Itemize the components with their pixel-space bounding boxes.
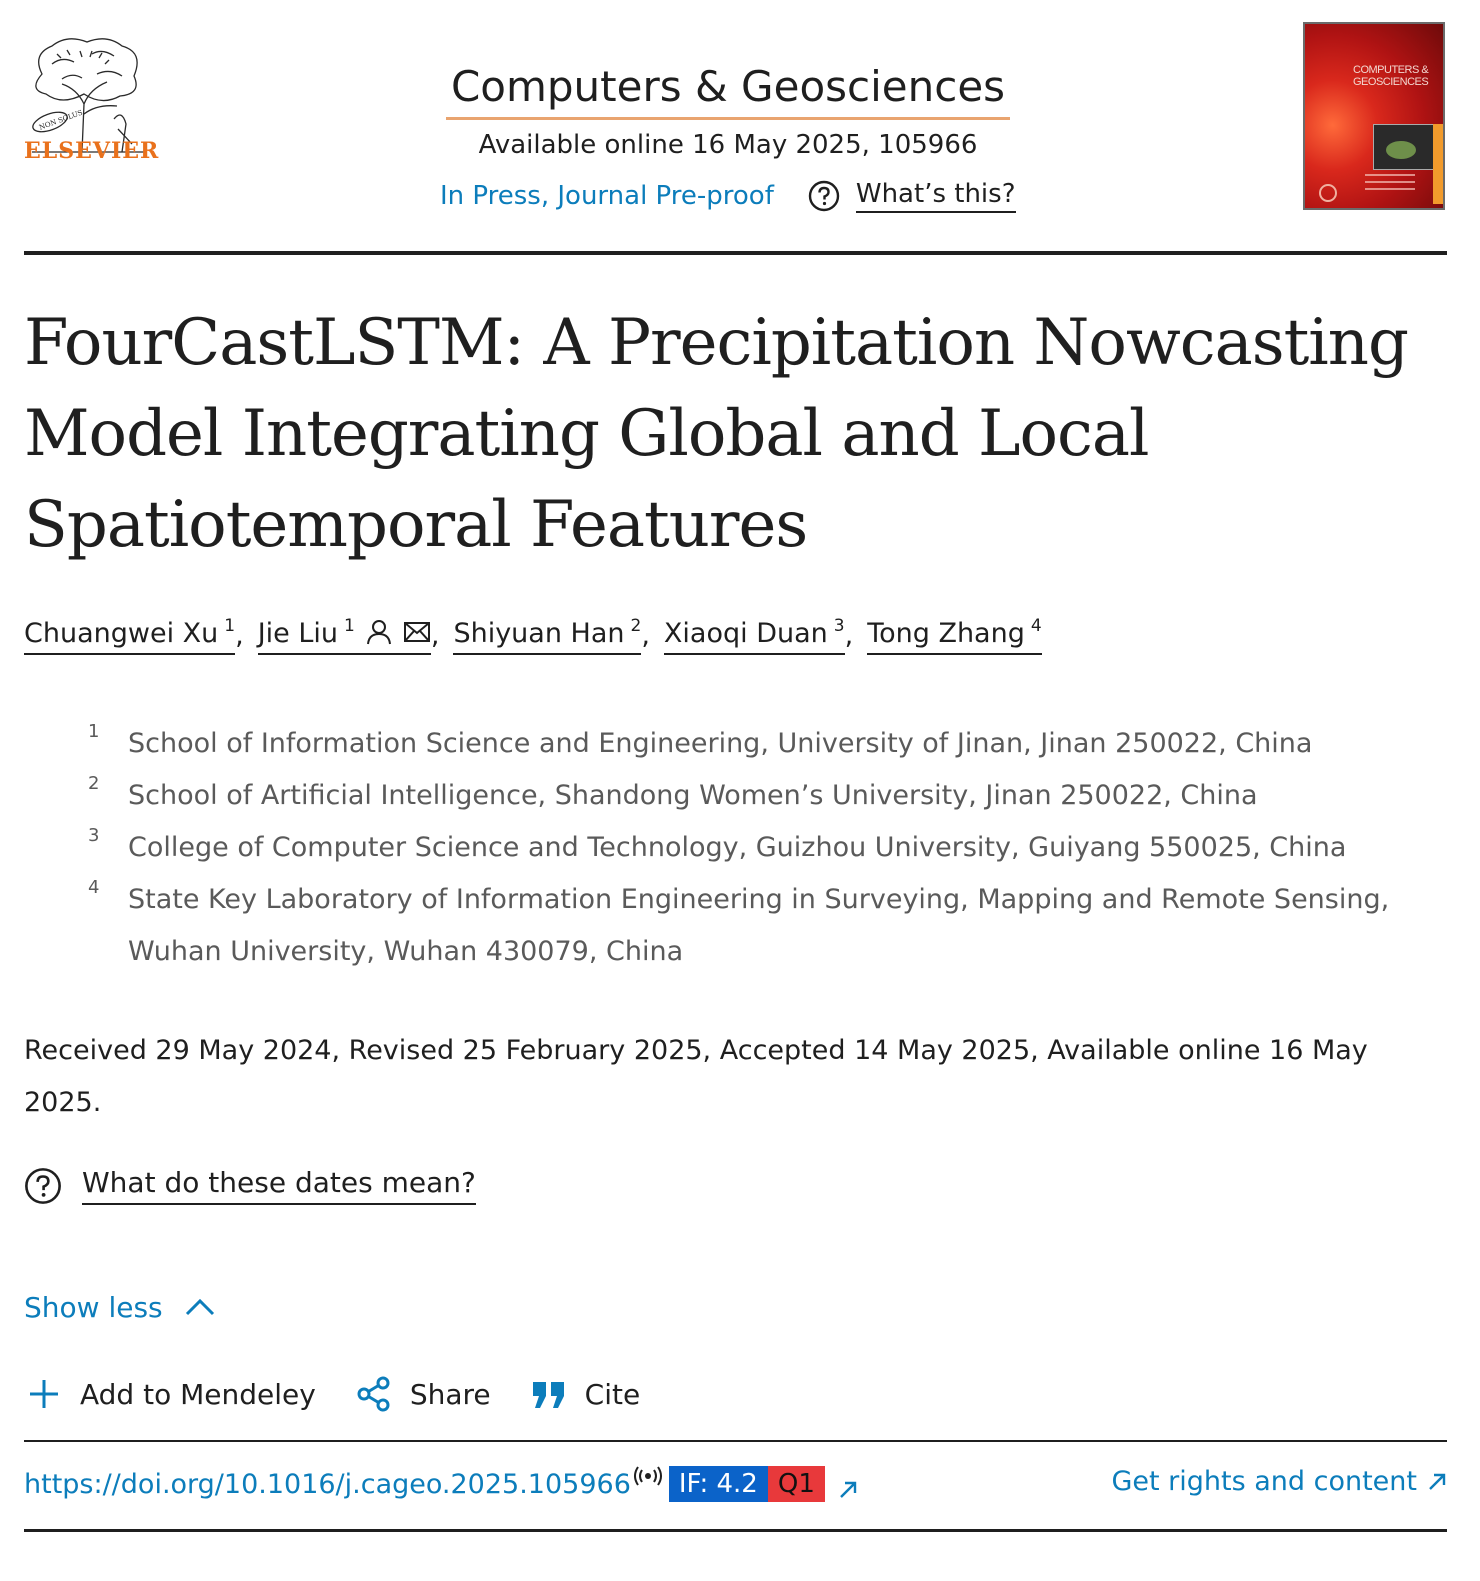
affiliation-number: 4 — [88, 877, 100, 898]
author-affiliation-ref: 3 — [833, 616, 845, 636]
author-link[interactable]: Jie Liu 1 — [257, 616, 431, 655]
share-button[interactable]: Share — [354, 1374, 491, 1414]
author-link[interactable]: Tong Zhang 4 — [867, 616, 1042, 655]
external-arrow-icon[interactable] — [837, 1479, 859, 1501]
cover-photo — [1373, 124, 1435, 170]
impact-factor-badge: IF: 4.2 — [668, 1466, 768, 1502]
quote-icon — [532, 1382, 564, 1408]
whats-this-link[interactable]: What’s this? — [855, 179, 1016, 213]
affiliation-text: School of Artificial Intelligence, Shand… — [128, 780, 1258, 811]
share-icon — [357, 1376, 390, 1412]
author-name: Xiaoqi Duan — [663, 618, 828, 649]
cite-button[interactable]: Cite — [529, 1374, 641, 1414]
in-press-link[interactable]: In Press, Journal Pre-proof — [440, 181, 774, 211]
person-icon — [366, 620, 391, 645]
affiliation-list: 1 School of Information Science and Engi… — [88, 718, 1448, 978]
author-name: Chuangwei Xu — [24, 618, 219, 649]
article-toolbar: Add to Mendeley Share Cite — [24, 1374, 678, 1414]
get-rights-link[interactable]: Get rights and content — [1111, 1466, 1447, 1497]
plus-icon — [30, 1380, 58, 1408]
available-online-info: Available online 16 May 2025, 105966 — [478, 130, 978, 160]
affiliation-number: 1 — [88, 721, 100, 742]
affiliation-text: College of Computer Science and Technolo… — [128, 832, 1347, 863]
affiliation-number: 2 — [88, 773, 100, 794]
author-affiliation-ref: 4 — [1030, 616, 1042, 636]
external-arrow-icon — [1429, 1473, 1446, 1490]
affiliation-item: 1 School of Information Science and Engi… — [88, 718, 1448, 770]
author-name: Tong Zhang — [867, 618, 1025, 649]
cite-label: Cite — [584, 1377, 641, 1411]
chevron-up-icon — [185, 1298, 214, 1316]
quartile-badge: Q1 — [767, 1466, 825, 1502]
cover-text-lines — [1365, 174, 1415, 202]
author-link[interactable]: Shiyuan Han 2 — [453, 616, 642, 655]
dates-meaning-link[interactable]: What do these dates mean? — [82, 1166, 476, 1205]
radio-waves-icon — [633, 1466, 662, 1486]
article-title: FourCastLSTM: A Precipitation Nowcasting… — [24, 306, 1409, 562]
footer-divider — [24, 1529, 1447, 1532]
dates-help-row: What do these dates mean? — [24, 1166, 476, 1205]
rights-label: Get rights and content — [1111, 1466, 1417, 1497]
author-link[interactable]: Xiaoqi Duan 3 — [663, 616, 845, 655]
toolbar-divider — [24, 1440, 1447, 1442]
author-name: Jie Liu — [257, 618, 339, 649]
affiliation-item: 4 State Key Laboratory of Information En… — [88, 874, 1448, 978]
article-status-row: In Press, Journal Pre-proof What’s this? — [440, 176, 1016, 216]
author-link[interactable]: Chuangwei Xu 1 — [24, 616, 236, 655]
article-history-dates: Received 29 May 2024, Revised 25 Februar… — [24, 1035, 1368, 1118]
header-divider — [24, 251, 1447, 255]
author-name: Shiyuan Han — [453, 618, 625, 649]
affiliation-item: 3 College of Computer Science and Techno… — [88, 822, 1448, 874]
journal-title-link[interactable]: Computers & Geosciences — [446, 62, 1010, 120]
show-less-toggle[interactable]: Show less — [24, 1290, 217, 1324]
elsevier-wordmark: ELSEVIER — [24, 138, 160, 164]
author-affiliation-ref: 1 — [224, 616, 236, 636]
cover-title: COMPUTERS & GEOSCIENCES — [1353, 64, 1429, 88]
question-circle-icon[interactable] — [808, 180, 840, 212]
affiliation-text: School of Information Science and Engine… — [128, 728, 1313, 759]
cover-side-tab — [1433, 124, 1443, 204]
affiliation-item: 2 School of Artificial Intelligence, Sha… — [88, 770, 1448, 822]
question-circle-icon[interactable] — [24, 1167, 62, 1205]
author-separator: , — [641, 620, 650, 651]
affiliation-text: State Key Laboratory of Information Engi… — [128, 884, 1390, 967]
author-separator: , — [844, 620, 854, 651]
cover-emblem — [1319, 184, 1337, 202]
add-to-mendeley-button[interactable]: Add to Mendeley — [24, 1374, 316, 1414]
doi-link[interactable]: https://doi.org/10.1016/j.cageo.2025.105… — [24, 1469, 631, 1500]
author-affiliation-ref: 2 — [630, 616, 642, 636]
author-affiliation-ref: 1 — [344, 616, 355, 636]
doi-row: https://doi.org/10.1016/j.cageo.2025.105… — [24, 1466, 859, 1502]
author-separator: , — [430, 620, 440, 651]
envelope-icon — [403, 622, 430, 642]
mendeley-label: Add to Mendeley — [80, 1377, 316, 1411]
journal-cover-thumbnail[interactable]: COMPUTERS & GEOSCIENCES — [1303, 22, 1445, 210]
author-separator: , — [235, 620, 244, 651]
affiliation-number: 3 — [88, 825, 100, 846]
share-label: Share — [409, 1377, 491, 1411]
author-list: Chuangwei Xu 1 , Jie Liu 1 , Shiyuan Han 2 … — [24, 616, 1042, 655]
show-less-label: Show less — [24, 1290, 163, 1324]
